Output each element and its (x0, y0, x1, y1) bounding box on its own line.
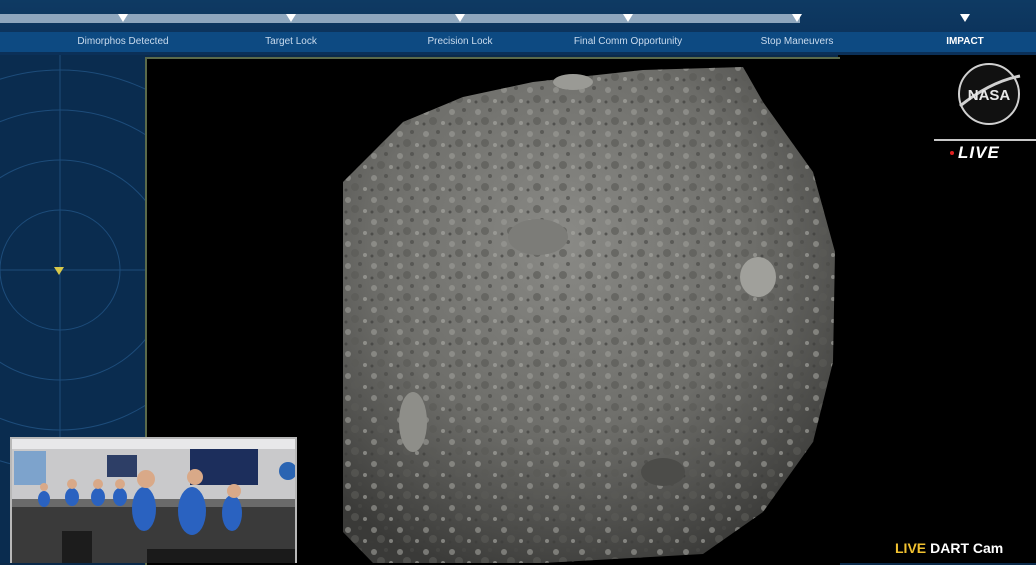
milestone-target-lock: Target Lock (265, 36, 317, 47)
live-dot-icon (950, 151, 954, 155)
milestone-dimorphos-detected: Dimorphos Detected (77, 36, 169, 47)
radar-marker-icon (54, 267, 64, 275)
camera-name: DART Cam (930, 540, 1004, 556)
nasa-logo-text: NASA (968, 87, 1011, 104)
milestone-marker-icon (118, 14, 128, 22)
camera-caption: LIVE DART Cam (895, 540, 1003, 556)
camera-live-label: LIVE (895, 540, 927, 556)
milestone-impact: IMPACT (946, 36, 984, 47)
milestone-marker-icon (286, 14, 296, 22)
milestone-precision-lock: Precision Lock (427, 36, 493, 47)
milestone-final-comm-opportunity: Final Comm Opportunity (573, 36, 683, 47)
mission-control-scene (12, 439, 295, 563)
live-indicator: LIVE (958, 143, 1000, 162)
asteroid-image (343, 67, 835, 563)
milestone-marker-icon (792, 14, 802, 22)
milestone-marker-icon (623, 14, 633, 22)
nasa-meatball-icon: NASA (950, 62, 1028, 126)
live-divider (934, 139, 1036, 141)
right-panel (838, 55, 1036, 563)
milestone-marker-icon (455, 14, 465, 22)
impact-marker-icon (960, 14, 970, 22)
milestone-stop-maneuvers: Stop Maneuvers (760, 36, 834, 47)
mission-control-video (10, 437, 297, 563)
